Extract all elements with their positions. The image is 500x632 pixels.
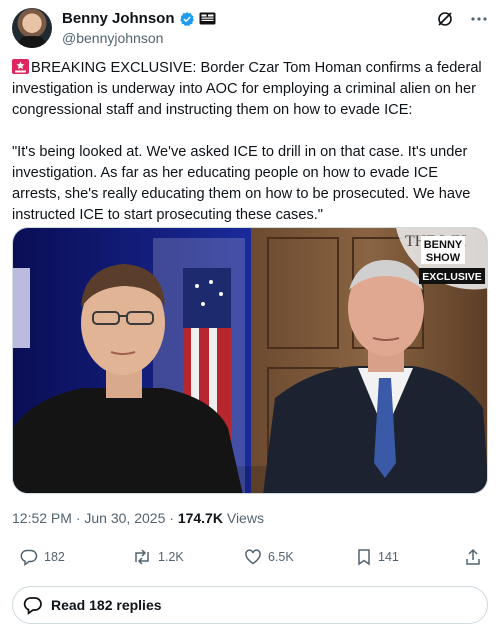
repost-count: 1.2K (158, 550, 184, 564)
repost-button[interactable]: 1.2K (132, 548, 184, 566)
verified-badge-icon[interactable] (179, 11, 195, 27)
siren-emoji-icon (12, 59, 29, 74)
tweet-header: Benny Johnson @bennyjohnson (12, 8, 488, 48)
share-button[interactable] (464, 548, 482, 566)
repost-icon (135, 549, 149, 565)
tweet-date[interactable]: Jun 30, 2025 (84, 510, 165, 526)
read-replies-button[interactable]: Read 182 replies (12, 586, 488, 624)
bookmark-count: 141 (378, 550, 399, 564)
bookmark-icon (358, 549, 370, 566)
views-label: Views (226, 510, 264, 526)
show-logo-bottom: SHOW (426, 252, 461, 264)
exclusive-badge: EXCLUSIVE (422, 271, 482, 283)
like-button[interactable]: 6.5K (244, 548, 294, 566)
meta-separator: · (75, 510, 81, 526)
author-name-row: Benny Johnson (62, 10, 216, 27)
like-count: 6.5K (268, 550, 294, 564)
grok-icon[interactable] (436, 10, 454, 28)
share-icon (466, 548, 480, 565)
tweet-video[interactable]: THE WH BENNY SHOW EXCLUSIVE (12, 227, 488, 494)
action-bar: 182 1.2K 6.5K 141 (12, 548, 488, 572)
reply-bubble-icon (23, 597, 42, 615)
reply-count: 182 (44, 550, 65, 564)
show-logo-top: BENNY (424, 239, 463, 251)
reply-icon (20, 549, 38, 566)
reply-button[interactable]: 182 (20, 548, 65, 566)
tweet-meta: 12:52 PM · Jun 30, 2025 · 174.7K Views (12, 510, 264, 526)
author-avatar[interactable] (12, 8, 52, 48)
bookmark-button[interactable]: 141 (356, 548, 399, 566)
views-count: 174.7K (177, 510, 223, 526)
tweet-time[interactable]: 12:52 PM (12, 510, 72, 526)
more-options-icon[interactable] (470, 10, 488, 28)
affiliation-badge-icon[interactable] (199, 12, 216, 25)
author-handle[interactable]: @bennyjohnson (62, 30, 163, 46)
tweet-text: BREAKING EXCLUSIVE: Border Czar Tom Homa… (12, 60, 482, 223)
video-frame[interactable]: THE WH BENNY SHOW EXCLUSIVE (13, 228, 488, 494)
author-display-name[interactable]: Benny Johnson (62, 10, 175, 27)
header-actions (436, 10, 488, 28)
heart-icon (245, 549, 261, 565)
meta-separator: · (169, 510, 174, 526)
tweet-body: BREAKING EXCLUSIVE: Border Czar Tom Homa… (12, 58, 490, 226)
read-replies-label: Read 182 replies (51, 597, 162, 613)
